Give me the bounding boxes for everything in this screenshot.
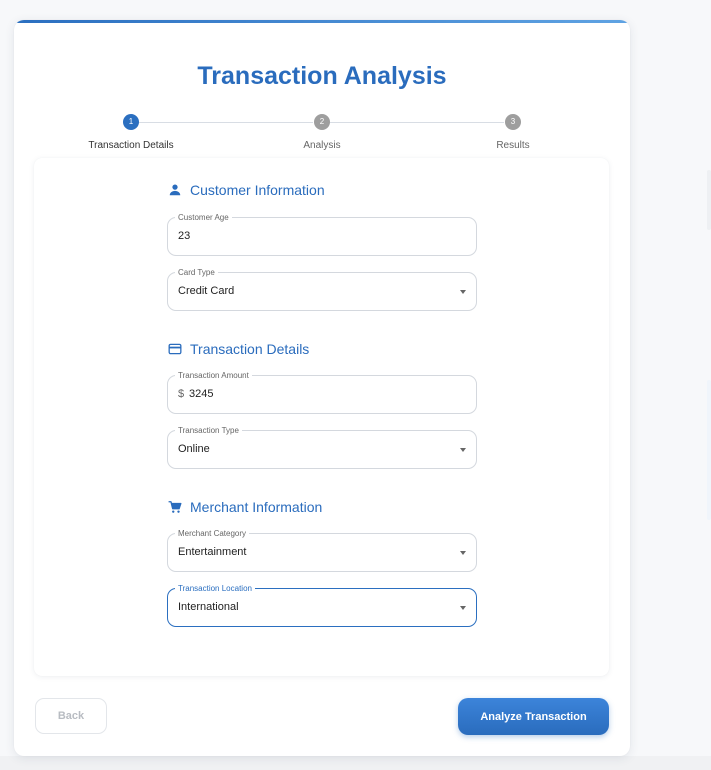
- section-transaction-details: Transaction Details: [168, 341, 309, 357]
- merchant-category-select[interactable]: Merchant Category Entertainment: [167, 528, 477, 572]
- analyze-transaction-button[interactable]: Analyze Transaction: [458, 698, 609, 735]
- background-edge: [707, 170, 711, 230]
- dropdown-arrow-icon: [460, 606, 466, 610]
- step-number: 3: [505, 114, 521, 130]
- step-label: Results: [496, 140, 530, 151]
- field-label: Merchant Category: [175, 528, 250, 539]
- field-label: Transaction Type: [175, 425, 242, 436]
- transaction-form: Customer Information Customer Age 23 Car…: [34, 158, 609, 676]
- transaction-type-select[interactable]: Transaction Type Online: [167, 425, 477, 469]
- field-label: Customer Age: [175, 212, 232, 223]
- analysis-card: Transaction Analysis 1 Transaction Detai…: [14, 20, 630, 756]
- step-analysis[interactable]: 2 Analysis: [252, 114, 392, 151]
- step-number: 1: [123, 114, 139, 130]
- section-heading: Merchant Information: [190, 499, 323, 515]
- back-button[interactable]: Back: [35, 698, 107, 734]
- card-accent-bar: [14, 20, 630, 23]
- step-label: Analysis: [303, 140, 341, 151]
- section-heading: Customer Information: [190, 182, 325, 198]
- field-value: International: [178, 601, 239, 613]
- step-transaction-details[interactable]: 1 Transaction Details: [61, 114, 201, 151]
- dropdown-arrow-icon: [460, 448, 466, 452]
- background-edge-accent: [707, 380, 711, 520]
- field-value: Credit Card: [178, 285, 235, 297]
- transaction-amount-field[interactable]: Transaction Amount $ 3245: [167, 370, 477, 414]
- section-customer-information: Customer Information: [168, 182, 325, 198]
- step-number: 2: [314, 114, 330, 130]
- card-type-select[interactable]: Card Type Credit Card: [167, 267, 477, 311]
- step-label: Transaction Details: [88, 140, 174, 151]
- credit-card-icon: [168, 343, 182, 355]
- section-heading: Transaction Details: [190, 341, 310, 357]
- currency-prefix: $: [178, 388, 185, 400]
- customer-age-field[interactable]: Customer Age 23: [167, 212, 477, 256]
- dropdown-arrow-icon: [460, 551, 466, 555]
- page-title: Transaction Analysis: [197, 62, 447, 90]
- transaction-location-select[interactable]: Transaction Location International: [167, 583, 477, 627]
- field-label: Card Type: [175, 267, 218, 278]
- bottom-strip: [0, 756, 711, 770]
- shopping-cart-icon: [168, 501, 182, 513]
- step-results[interactable]: 3 Results: [443, 114, 583, 151]
- person-icon: [169, 184, 181, 196]
- stepper: 1 Transaction Details 2 Analysis 3 Resul…: [14, 94, 630, 160]
- field-value: Entertainment: [178, 546, 247, 558]
- field-value: 3245: [189, 388, 214, 400]
- field-value: Online: [178, 443, 210, 455]
- section-merchant-information: Merchant Information: [168, 499, 322, 515]
- field-label: Transaction Amount: [175, 370, 252, 381]
- field-value: 23: [178, 230, 191, 242]
- field-label: Transaction Location: [175, 583, 255, 594]
- dropdown-arrow-icon: [460, 290, 466, 294]
